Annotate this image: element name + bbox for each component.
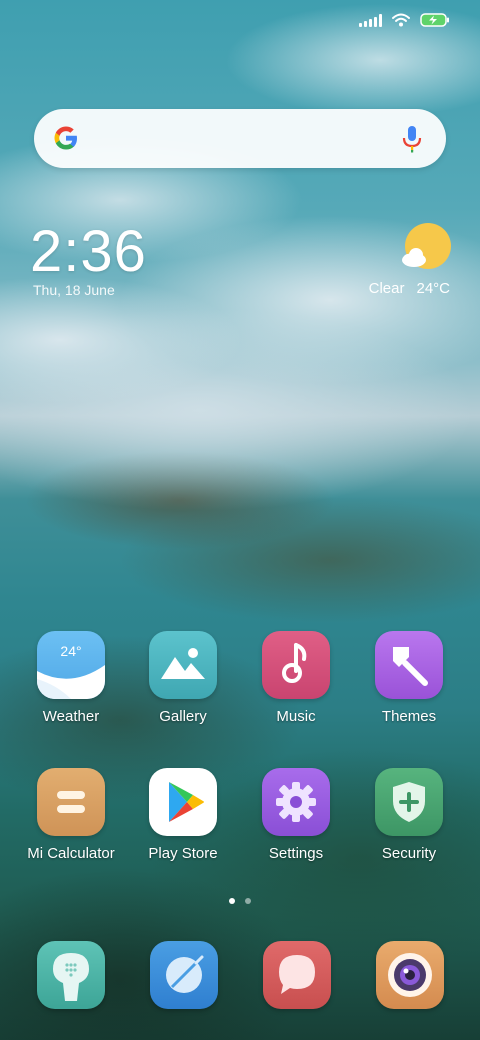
phone-dialer-icon [37,941,105,1009]
dock-camera[interactable] [376,941,444,1009]
app-themes[interactable]: Themes [353,631,465,725]
clock-date: Thu, 18 June [33,282,115,298]
app-settings[interactable]: Settings [240,768,352,862]
gear-icon [262,768,330,836]
app-music[interactable]: Music [240,631,352,725]
weather-widget[interactable]: Clear 24°C [369,280,450,297]
app-label: Play Store [148,845,218,862]
page-dot[interactable] [245,898,251,904]
clock-time[interactable]: 2:36 [30,218,147,285]
app-mi-calculator[interactable]: Mi Calculator [15,768,127,862]
app-label: Gallery [159,708,207,725]
sun-cloud-icon[interactable] [398,222,454,274]
mic-icon[interactable] [400,124,424,154]
weather-badge: 24° [60,643,82,659]
dock-phone[interactable] [37,941,105,1009]
weather-temperature: 24°C [416,280,450,297]
calculator-icon [37,768,105,836]
shield-plus-icon [375,768,443,836]
app-play-store[interactable]: Play Store [127,768,239,862]
camera-icon [376,941,444,1009]
weather-condition: Clear [368,280,405,297]
page-indicator[interactable] [0,898,480,904]
google-search-bar[interactable] [34,109,446,168]
status-bar [0,0,480,40]
gallery-icon [149,631,217,699]
paintbrush-icon [375,631,443,699]
battery-charging-icon [420,13,449,27]
page-dot-active[interactable] [229,898,235,904]
app-label: Weather [42,708,100,725]
app-gallery[interactable]: Gallery [127,631,239,725]
wifi-icon [392,13,410,27]
dock-browser[interactable] [150,941,218,1009]
dock-messaging[interactable] [263,941,331,1009]
weather-app-icon: 24° [37,631,105,699]
signal-icon [359,13,382,27]
play-store-icon [149,768,217,836]
app-label: Mi Calculator [27,845,115,862]
app-label: Settings [268,845,324,862]
app-security[interactable]: Security [353,768,465,862]
google-logo-icon [54,126,77,150]
messaging-icon [263,941,331,1009]
app-label: Security [381,845,437,862]
app-weather[interactable]: 24° Weather [15,631,127,725]
music-note-icon [262,631,330,699]
app-label: Music [276,708,316,725]
home-screen: 2:36 Thu, 18 June Clear 24°C 24° Weather… [0,0,480,1040]
browser-icon [150,941,218,1009]
app-label: Themes [381,708,437,725]
